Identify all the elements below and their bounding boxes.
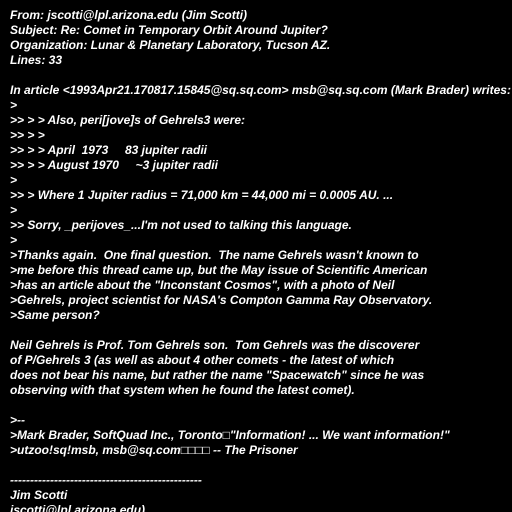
quoted-line: >Same person? (10, 308, 100, 322)
quoted-line: >> Sorry, _perijoves_...I'm not used to … (10, 218, 352, 232)
quoted-line: >> > > Also, peri[jove]s of Gehrels3 wer… (10, 113, 245, 127)
quoted-line: > (10, 233, 18, 247)
quoted-line: >> > > (10, 128, 45, 142)
signature-name: Jim Scotti (10, 488, 68, 502)
quoted-signature-line: >-- (10, 413, 25, 427)
quoted-line: >Gehrels, project scientist for NASA's C… (10, 293, 433, 307)
reply-line: of P/Gehrels 3 (as well as about 4 other… (10, 353, 395, 367)
reply-line: observing with that system when he found… (10, 383, 355, 397)
quoted-line: > (10, 203, 18, 217)
reply-line: does not bear his name, but rather the n… (10, 368, 425, 382)
header-lines: Lines: 33 (10, 53, 63, 67)
quoted-line: >has an article about the "Inconstant Co… (10, 278, 395, 292)
quoted-line: >> > > August 1970 ~3 jupiter radii (10, 158, 218, 172)
signature-email: jscotti@lpl.arizona.edu) (10, 503, 146, 512)
quoted-line: >me before this thread came up, but the … (10, 263, 428, 277)
header-from: From: jscotti@lpl.arizona.edu (Jim Scott… (10, 8, 248, 22)
message-viewer: From: jscotti@lpl.arizona.edu (Jim Scott… (0, 0, 512, 512)
quoted-signature-line: >Mark Brader, SoftQuad Inc., Toronto□"In… (10, 428, 450, 442)
signature-rule: ----------------------------------------… (10, 473, 202, 487)
attribution-line: In article <1993Apr21.170817.15845@sq.sq… (10, 83, 511, 97)
quoted-signature-line: >utzoo!sq!msb, msb@sq.com□□□□ -- The Pri… (10, 443, 298, 457)
header-organization: Organization: Lunar & Planetary Laborato… (10, 38, 331, 52)
quoted-line: > (10, 173, 18, 187)
quoted-line: >Thanks again. One final question. The n… (10, 248, 419, 262)
quoted-line: > (10, 98, 18, 112)
header-subject: Subject: Re: Comet in Temporary Orbit Ar… (10, 23, 328, 37)
reply-line: Neil Gehrels is Prof. Tom Gehrels son. T… (10, 338, 420, 352)
quoted-line: >> > > April 1973 83 jupiter radii (10, 143, 207, 157)
quoted-line: >> > Where 1 Jupiter radius = 71,000 km … (10, 188, 394, 202)
